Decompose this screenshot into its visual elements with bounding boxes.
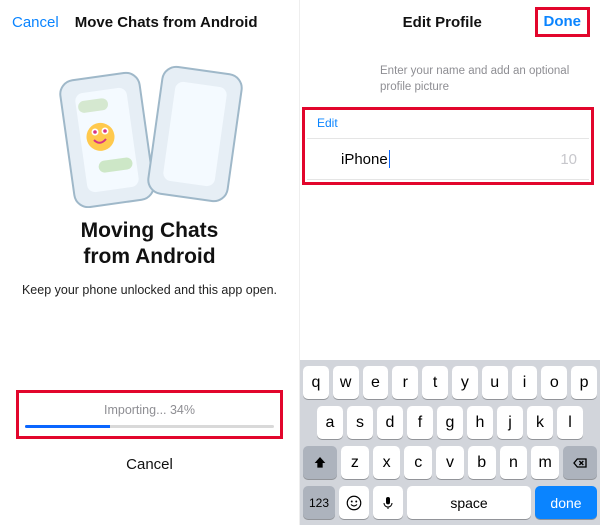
key-d[interactable]: d [377, 406, 403, 439]
progress-highlight: Importing... 34% [16, 390, 283, 439]
key-a[interactable]: a [317, 406, 343, 439]
right-header: Edit Profile Done [300, 0, 600, 44]
name-value: iPhone [341, 151, 388, 168]
name-char-count: 10 [560, 151, 577, 168]
numbers-key[interactable]: 123 [303, 486, 335, 519]
progress-label: Importing... 34% [25, 403, 274, 417]
left-header-title: Move Chats from Android [75, 14, 258, 31]
keyboard-row-1: qwertyuiop [303, 366, 597, 399]
title-line-2: from Android [0, 244, 299, 270]
edit-label[interactable]: Edit [307, 116, 589, 130]
cancel-button-top[interactable]: Cancel [12, 14, 59, 31]
key-z[interactable]: z [341, 446, 369, 479]
keyboard-row-4: 123 space done [303, 486, 597, 519]
key-s[interactable]: s [347, 406, 373, 439]
key-m[interactable]: m [531, 446, 559, 479]
key-k[interactable]: k [527, 406, 553, 439]
edit-profile-title: Edit Profile [350, 14, 535, 31]
key-g[interactable]: g [437, 406, 463, 439]
progress-bar [25, 425, 274, 428]
keyboard-row-2: asdfghjkl [303, 406, 597, 439]
key-w[interactable]: w [333, 366, 359, 399]
phones-illustration [45, 58, 255, 208]
move-chats-screen: Cancel Move Chats from Android Moving Ch [0, 0, 300, 525]
edit-profile-screen: Edit Profile Done Enter your name and ad… [300, 0, 600, 525]
left-header: Cancel Move Chats from Android [0, 0, 299, 44]
key-n[interactable]: n [500, 446, 528, 479]
space-key[interactable]: space [407, 486, 531, 519]
moving-chats-title: Moving Chats from Android [0, 218, 299, 271]
done-highlight: Done [535, 7, 591, 37]
key-p[interactable]: p [571, 366, 597, 399]
key-e[interactable]: e [363, 366, 389, 399]
progress-bar-fill [25, 425, 110, 428]
key-t[interactable]: t [422, 366, 448, 399]
key-v[interactable]: v [436, 446, 464, 479]
ios-keyboard: qwertyuiop asdfghjkl zxcvbnm 123 [300, 360, 600, 525]
key-j[interactable]: j [497, 406, 523, 439]
dictation-key[interactable] [373, 486, 403, 519]
key-l[interactable]: l [557, 406, 583, 439]
key-c[interactable]: c [404, 446, 432, 479]
profile-hint: Enter your name and add an optional prof… [300, 44, 600, 103]
cancel-button-bottom[interactable]: Cancel [0, 456, 299, 473]
key-f[interactable]: f [407, 406, 433, 439]
title-line-1: Moving Chats [0, 218, 299, 244]
key-h[interactable]: h [467, 406, 493, 439]
key-x[interactable]: x [373, 446, 401, 479]
keyboard-done-key[interactable]: done [535, 486, 597, 519]
shift-key[interactable] [303, 446, 337, 479]
key-i[interactable]: i [512, 366, 538, 399]
key-r[interactable]: r [392, 366, 418, 399]
key-y[interactable]: y [452, 366, 478, 399]
key-b[interactable]: b [468, 446, 496, 479]
name-field-highlight: Edit iPhone 10 [302, 107, 594, 185]
key-u[interactable]: u [482, 366, 508, 399]
backspace-key[interactable] [563, 446, 597, 479]
key-o[interactable]: o [541, 366, 567, 399]
key-q[interactable]: q [303, 366, 329, 399]
name-input[interactable]: iPhone 10 [307, 138, 589, 180]
done-button[interactable]: Done [544, 13, 582, 30]
keyboard-row-3: zxcvbnm [303, 446, 597, 479]
emoji-key[interactable] [339, 486, 369, 519]
moving-chats-subtitle: Keep your phone unlocked and this app op… [0, 283, 299, 297]
text-caret [389, 150, 390, 168]
